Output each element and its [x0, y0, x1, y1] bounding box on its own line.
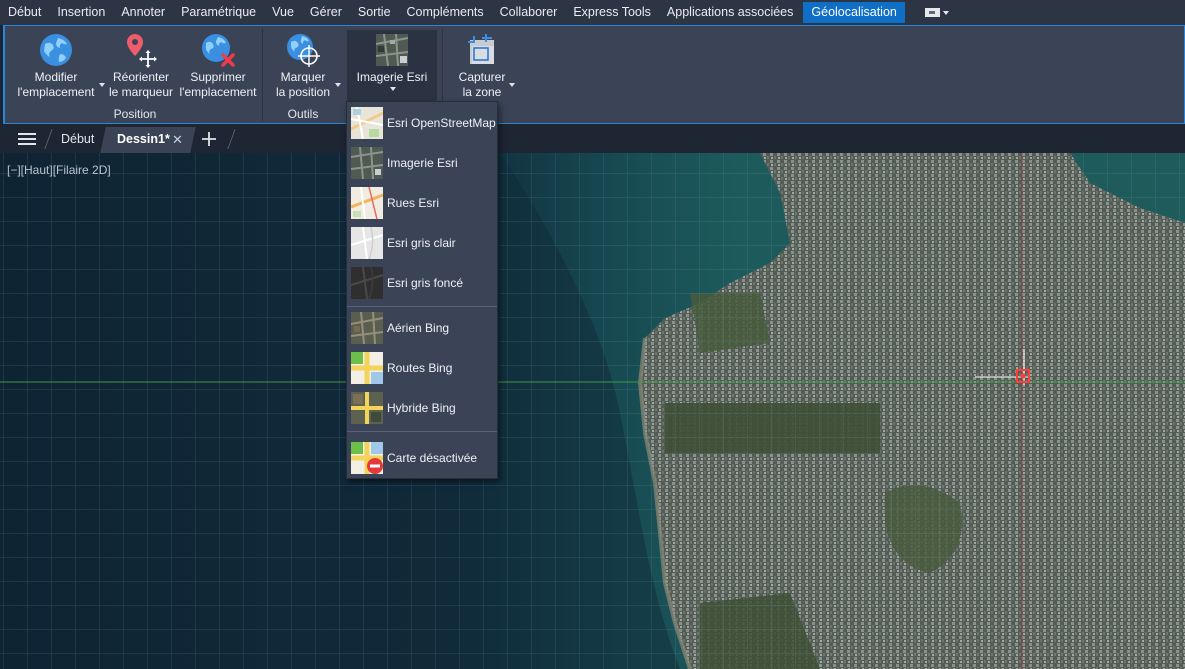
- menu-item-label: Hybride Bing: [387, 401, 456, 415]
- drawing-viewport[interactable]: [−][Haut][Filaire 2D]: [0, 153, 1185, 669]
- globe-crosshair-icon: [287, 34, 320, 67]
- menu-item-label: Esri gris clair: [387, 236, 456, 250]
- map-off-icon: [351, 442, 383, 474]
- reorient-marker-label-2: le marqueur: [108, 85, 174, 99]
- doc-tab-dessin1[interactable]: Dessin1*: [117, 128, 170, 150]
- tab-vue[interactable]: Vue: [264, 0, 302, 25]
- tab-sortie[interactable]: Sortie: [350, 0, 399, 25]
- viewport-controls-label[interactable]: [−][Haut][Filaire 2D]: [7, 163, 111, 177]
- edit-location-button[interactable]: Modifier l'emplacement: [13, 32, 99, 100]
- mark-position-label-1: Marquer: [280, 70, 326, 84]
- remove-location-label-1: Supprimer: [190, 70, 246, 84]
- tab-express-tools[interactable]: Express Tools: [565, 0, 659, 25]
- panel-visibility-toggle[interactable]: [917, 0, 957, 25]
- tab-collaborer[interactable]: Collaborer: [492, 0, 566, 25]
- menu-item-aerien-bing[interactable]: Aérien Bing: [347, 310, 497, 346]
- bing-aerial-thumbnail-icon: [351, 312, 383, 344]
- globe-delete-icon: [202, 34, 235, 67]
- tab-annoter[interactable]: Annoter: [113, 0, 173, 25]
- tab-complements[interactable]: Compléments: [399, 0, 492, 25]
- menu-item-label: Esri OpenStreetMap: [387, 116, 496, 130]
- menu-item-esri-gris-clair[interactable]: Esri gris clair: [347, 225, 497, 261]
- satellite-map: [0, 153, 1185, 669]
- add-tab-icon[interactable]: [201, 131, 217, 147]
- tab-parametrique[interactable]: Paramétrique: [173, 0, 264, 25]
- hamburger-menu-icon[interactable]: [18, 132, 36, 146]
- reorient-marker-label-1: Réorienter: [112, 70, 170, 84]
- satellite-imagery-icon: [375, 33, 409, 67]
- chevron-down-icon[interactable]: [99, 83, 105, 87]
- capture-area-label-1: Capturer: [458, 70, 506, 84]
- remove-location-label-2: l'emplacement: [179, 85, 257, 99]
- document-tab-bar: Début Dessin1* ✕: [0, 124, 1185, 153]
- group-label-position: Position: [113, 107, 157, 121]
- menu-item-label: Rues Esri: [387, 196, 440, 210]
- ribbon-separator: [262, 29, 263, 121]
- panel-toggle-icon: [924, 8, 940, 17]
- map-imagery-label: Imagerie Esri: [356, 70, 428, 84]
- map-pin-move-icon: [127, 34, 157, 68]
- close-icon[interactable]: ✕: [172, 132, 183, 148]
- menu-item-label: Carte désactivée: [387, 451, 478, 465]
- group-label-outils: Outils: [287, 107, 319, 121]
- menu-item-hybride-bing[interactable]: Hybride Bing: [347, 390, 497, 426]
- bing-hybrid-thumbnail-icon: [351, 392, 383, 424]
- imagery-dropdown-menu: Esri OpenStreetMap Imagerie Esri Rues Es…: [346, 101, 498, 479]
- osm-map-thumbnail-icon: [351, 107, 383, 139]
- menu-item-label: Routes Bing: [387, 361, 453, 375]
- menu-item-label: Imagerie Esri: [387, 156, 458, 170]
- tab-divider: [44, 129, 53, 149]
- tab-geolocalisation[interactable]: Géolocalisation: [803, 2, 905, 23]
- esri-imagery-thumbnail-icon: [351, 147, 383, 179]
- remove-location-button[interactable]: Supprimer l'emplacement: [178, 32, 258, 100]
- chevron-down-icon[interactable]: [390, 87, 396, 91]
- esri-dark-gray-thumbnail-icon: [351, 267, 383, 299]
- reorient-marker-button[interactable]: Réorienter le marqueur: [108, 32, 174, 100]
- esri-light-gray-thumbnail-icon: [351, 227, 383, 259]
- ribbon-panel: Modifier l'emplacement Réorienter le mar…: [3, 25, 1185, 124]
- map-imagery-button[interactable]: Imagerie Esri: [347, 32, 437, 85]
- capture-area-label-2: la zone: [462, 85, 502, 99]
- mark-position-button[interactable]: Marquer la position: [271, 32, 335, 100]
- menu-item-routes-bing[interactable]: Routes Bing: [347, 350, 497, 386]
- chevron-down-icon[interactable]: [335, 83, 341, 87]
- menu-separator: [347, 306, 497, 307]
- menu-item-label: Aérien Bing: [387, 321, 450, 335]
- menu-item-label: Esri gris foncé: [387, 276, 464, 290]
- tab-applications-associees[interactable]: Applications associées: [659, 0, 801, 25]
- mark-position-label-2: la position: [275, 85, 331, 99]
- menu-item-rues-esri[interactable]: Rues Esri: [347, 185, 497, 221]
- globe-icon: [40, 34, 72, 66]
- menu-item-esri-openstreetmap[interactable]: Esri OpenStreetMap: [347, 105, 497, 141]
- tab-divider: [227, 129, 236, 149]
- menu-item-carte-desactivee[interactable]: Carte désactivée: [347, 440, 497, 476]
- menu-item-imagerie-esri[interactable]: Imagerie Esri: [347, 145, 497, 181]
- tab-gerer[interactable]: Gérer: [302, 0, 350, 25]
- chevron-down-icon: [942, 10, 949, 15]
- menu-item-esri-gris-fonce[interactable]: Esri gris foncé: [347, 265, 497, 301]
- ribbon-tab-bar: Début Insertion Annoter Paramétrique Vue…: [0, 0, 1185, 25]
- capture-area-icon: [468, 34, 494, 64]
- bing-roads-thumbnail-icon: [351, 352, 383, 384]
- doc-tab-debut[interactable]: Début: [61, 128, 94, 150]
- chevron-down-icon[interactable]: [509, 83, 515, 87]
- esri-streets-thumbnail-icon: [351, 187, 383, 219]
- capture-area-button[interactable]: Capturer la zone: [453, 32, 511, 100]
- edit-location-label-2: l'emplacement: [17, 85, 95, 99]
- edit-location-label-1: Modifier: [34, 70, 78, 84]
- tab-debut[interactable]: Début: [0, 0, 49, 25]
- menu-separator: [347, 431, 497, 432]
- tab-insertion[interactable]: Insertion: [49, 0, 113, 25]
